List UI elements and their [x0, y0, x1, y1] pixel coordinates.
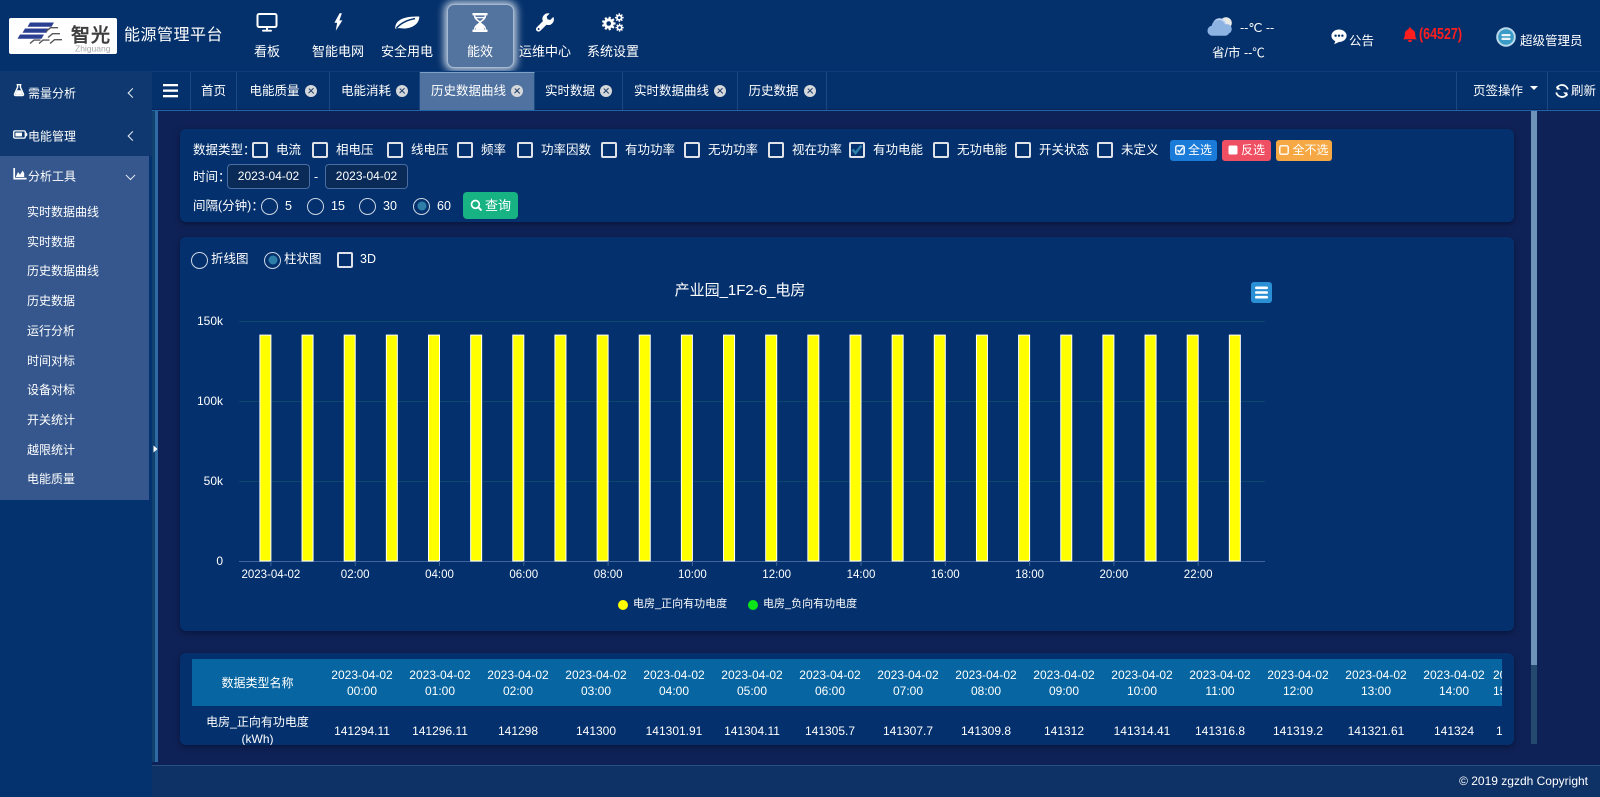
svg-text:150k: 150k — [197, 314, 224, 328]
svg-text:16:00: 16:00 — [931, 569, 960, 581]
svg-text:20:00: 20:00 — [1100, 569, 1129, 581]
svg-text:2023-04-02: 2023-04-02 — [241, 569, 300, 581]
svg-text:18:00: 18:00 — [1015, 569, 1044, 581]
svg-text:08:00: 08:00 — [594, 569, 623, 581]
svg-text:100k: 100k — [197, 394, 224, 408]
svg-text:12:00: 12:00 — [762, 569, 791, 581]
svg-text:06:00: 06:00 — [509, 569, 538, 581]
svg-text:10:00: 10:00 — [678, 569, 707, 581]
svg-text:02:00: 02:00 — [341, 569, 370, 581]
svg-text:22:00: 22:00 — [1184, 569, 1213, 581]
svg-text:14:00: 14:00 — [847, 569, 876, 581]
svg-text:0: 0 — [216, 554, 223, 568]
svg-text:50k: 50k — [204, 474, 224, 488]
svg-text:Zhiguang: Zhiguang — [75, 44, 111, 54]
svg-text:04:00: 04:00 — [425, 569, 454, 581]
